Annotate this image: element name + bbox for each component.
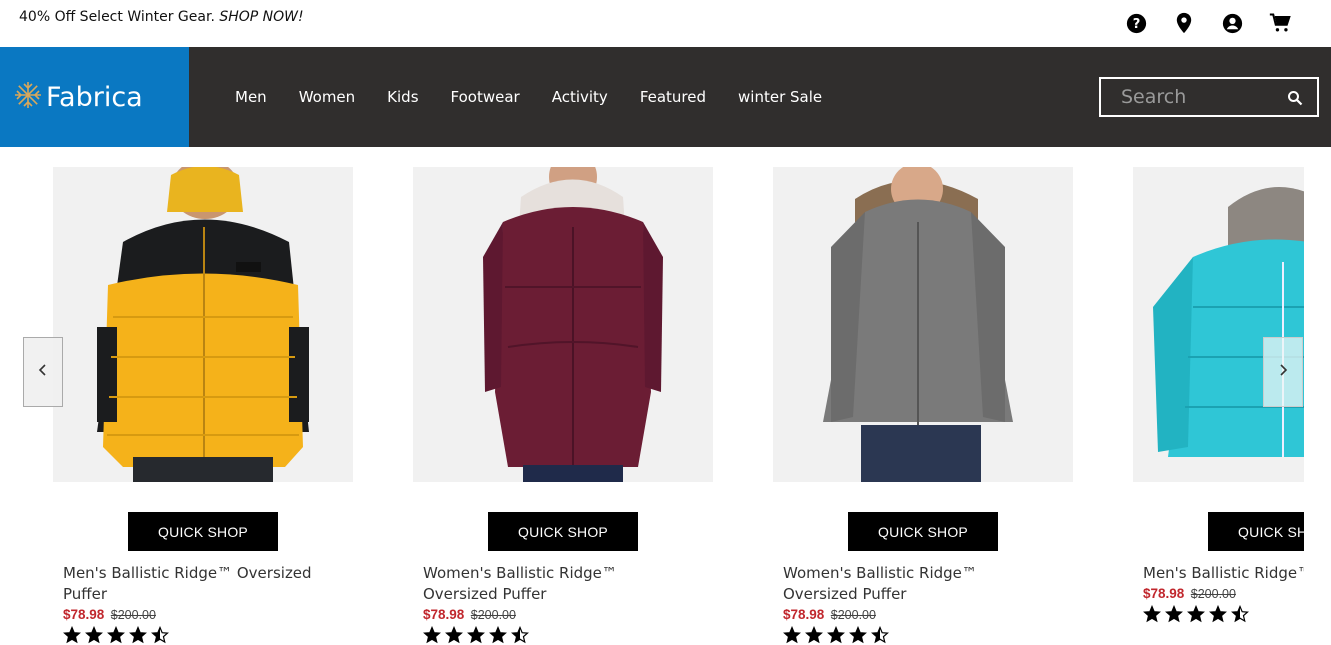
product-name[interactable]: Men's Ballistic Ridge™ xyxy=(1143,563,1304,584)
star-full-icon xyxy=(1143,605,1161,623)
carousel-prev-button[interactable] xyxy=(23,337,63,407)
chevron-left-icon xyxy=(38,364,48,380)
carousel-next-button[interactable] xyxy=(1263,337,1303,407)
nav-item-winter-sale[interactable]: winter Sale xyxy=(722,88,838,106)
star-full-icon xyxy=(445,626,463,644)
star-half-icon xyxy=(151,626,169,644)
svg-text:?: ? xyxy=(1132,16,1140,31)
product-card[interactable]: QUICK SHOP Women's Ballistic Ridge™ Over… xyxy=(413,167,713,644)
original-price: $200.00 xyxy=(1190,587,1236,601)
quick-shop-button[interactable]: QUICK SHOP xyxy=(1208,512,1304,551)
product-prices: $78.98 $200.00 xyxy=(783,607,1073,622)
star-full-icon xyxy=(129,626,147,644)
promo-cta[interactable]: SHOP NOW! xyxy=(219,9,303,25)
sale-price: $78.98 xyxy=(423,607,465,622)
nav-item-activity[interactable]: Activity xyxy=(536,88,624,106)
brand-logo[interactable]: Fabrica xyxy=(0,47,189,147)
star-full-icon xyxy=(489,626,507,644)
search-icon[interactable] xyxy=(1287,90,1303,106)
chevron-right-icon xyxy=(1278,364,1288,380)
nav-item-kids[interactable]: Kids xyxy=(371,88,434,106)
star-full-icon xyxy=(467,626,485,644)
star-full-icon xyxy=(63,626,81,644)
star-full-icon xyxy=(107,626,125,644)
promo-bar: 40% Off Select Winter Gear. SHOP NOW! ? xyxy=(0,0,1331,47)
product-carousel: QUICK SHOP Men's Ballistic Ridge™ Oversi… xyxy=(0,147,1304,645)
original-price: $200.00 xyxy=(470,608,516,622)
star-rating xyxy=(423,626,713,644)
product-name[interactable]: Women's Ballistic Ridge™ Oversized Puffe… xyxy=(783,563,1053,605)
location-pin-icon[interactable] xyxy=(1173,12,1195,34)
help-icon[interactable]: ? xyxy=(1125,12,1147,34)
star-half-icon xyxy=(871,626,889,644)
nav-item-men[interactable]: Men xyxy=(219,88,283,106)
product-image[interactable] xyxy=(413,167,713,482)
product-prices: $78.98 $200.00 xyxy=(423,607,713,622)
product-image[interactable] xyxy=(773,167,1073,482)
star-full-icon xyxy=(805,626,823,644)
product-image[interactable] xyxy=(1133,167,1304,482)
sale-price: $78.98 xyxy=(783,607,825,622)
product-name[interactable]: Women's Ballistic Ridge™ Oversized Puffe… xyxy=(423,563,693,605)
star-rating xyxy=(783,626,1073,644)
account-icon[interactable] xyxy=(1221,12,1243,34)
snowflake-logo-icon xyxy=(13,80,43,114)
star-full-icon xyxy=(423,626,441,644)
star-rating xyxy=(1143,605,1304,623)
star-full-icon xyxy=(1165,605,1183,623)
search-box xyxy=(1099,77,1319,117)
search-input[interactable] xyxy=(1101,79,1281,115)
star-full-icon xyxy=(1187,605,1205,623)
star-full-icon xyxy=(85,626,103,644)
original-price: $200.00 xyxy=(830,608,876,622)
star-full-icon xyxy=(1209,605,1227,623)
category-menu: Men Women Kids Footwear Activity Feature… xyxy=(219,47,838,147)
star-rating xyxy=(63,626,353,644)
main-nav: Fabrica Men Women Kids Footwear Activity… xyxy=(0,47,1331,147)
product-prices: $78.98 $200.00 xyxy=(63,607,353,622)
cart-icon[interactable] xyxy=(1269,12,1291,34)
star-half-icon xyxy=(511,626,529,644)
original-price: $200.00 xyxy=(110,608,156,622)
star-full-icon xyxy=(827,626,845,644)
quick-shop-button[interactable]: QUICK SHOP xyxy=(128,512,278,551)
promo-message: 40% Off Select Winter Gear. xyxy=(19,9,215,25)
product-image[interactable] xyxy=(53,167,353,482)
star-full-icon xyxy=(849,626,867,644)
quick-shop-button[interactable]: QUICK SHOP xyxy=(488,512,638,551)
product-card[interactable]: QUICK SHOP Men's Ballistic Ridge™ Oversi… xyxy=(53,167,353,644)
star-half-icon xyxy=(1231,605,1249,623)
quick-shop-button[interactable]: QUICK SHOP xyxy=(848,512,998,551)
sale-price: $78.98 xyxy=(1143,586,1185,601)
brand-name: Fabrica xyxy=(46,81,143,113)
product-prices: $78.98 $200.00 xyxy=(1143,586,1304,601)
sale-price: $78.98 xyxy=(63,607,105,622)
nav-item-footwear[interactable]: Footwear xyxy=(435,88,536,106)
nav-item-women[interactable]: Women xyxy=(283,88,371,106)
utility-icons: ? xyxy=(1125,12,1291,34)
promo-text[interactable]: 40% Off Select Winter Gear. SHOP NOW! xyxy=(19,9,304,25)
star-full-icon xyxy=(783,626,801,644)
product-card[interactable]: QUICK SHOP Women's Ballistic Ridge™ Over… xyxy=(773,167,1073,644)
nav-item-featured[interactable]: Featured xyxy=(624,88,722,106)
product-name[interactable]: Men's Ballistic Ridge™ Oversized Puffer xyxy=(63,563,333,605)
